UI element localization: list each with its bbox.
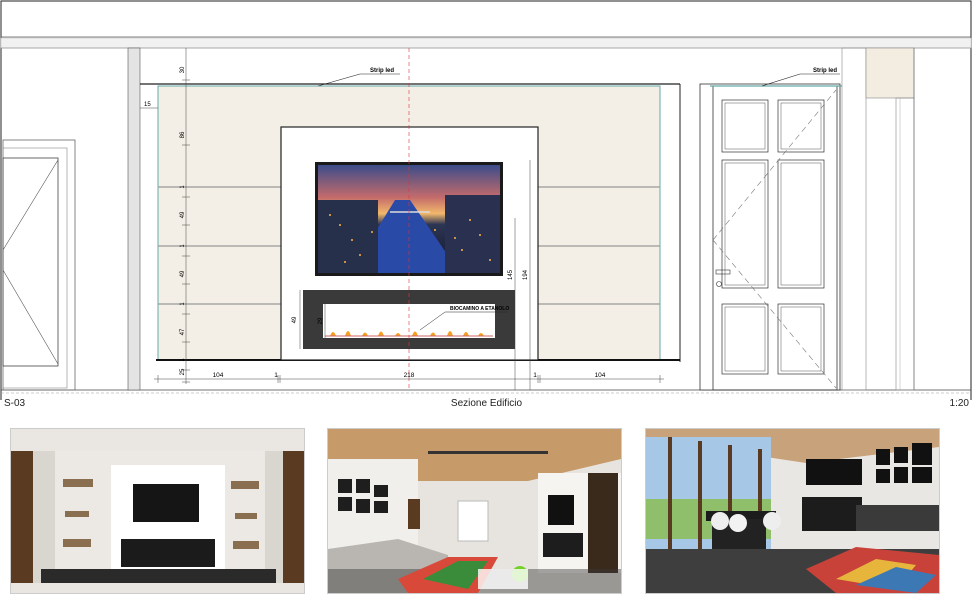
ceiling-slab bbox=[0, 37, 972, 49]
horizontal-dimensions: 104 1 218 1 104 bbox=[157, 372, 661, 383]
dim-bottom-1: 1 bbox=[274, 372, 278, 379]
beam-section bbox=[865, 47, 915, 99]
render-dining-area bbox=[645, 428, 940, 594]
drawing-scale: 1:20 bbox=[949, 398, 969, 409]
dim-bottom-2: 218 bbox=[404, 372, 415, 379]
dim-vertical-0: 30 bbox=[180, 66, 186, 73]
drawing-title: Sezione Edificio bbox=[450, 398, 523, 409]
strip-led-label-left: Strip led bbox=[370, 68, 394, 74]
dim-left-offset: 15 bbox=[144, 102, 151, 108]
dim-vertical-3: 49 bbox=[180, 211, 186, 218]
render-living-room bbox=[327, 428, 622, 594]
dim-vertical-1: 86 bbox=[180, 131, 186, 138]
left-window bbox=[2, 139, 76, 391]
dim-fireplace-opening: 29 bbox=[318, 317, 324, 324]
left-column bbox=[127, 47, 141, 391]
dim-vertical-7: 47 bbox=[180, 328, 186, 335]
dim-vertical-8: 25 bbox=[180, 368, 186, 375]
drawing-sheet: Strip led Strip led BIOCAMINO A ETANOLO … bbox=[0, 0, 973, 611]
dim-right-145: 145 bbox=[508, 269, 514, 280]
dim-fireplace-height: 49 bbox=[292, 316, 298, 323]
strip-led-label-right: Strip led bbox=[813, 68, 837, 74]
dim-bottom-3: 1 bbox=[533, 372, 537, 379]
render-living-wall bbox=[10, 428, 305, 594]
elevation-drawing: Strip led Strip led BIOCAMINO A ETANOLO … bbox=[0, 0, 972, 611]
door bbox=[699, 83, 842, 391]
dim-bottom-0: 104 bbox=[213, 372, 224, 379]
fireplace bbox=[303, 290, 515, 349]
dim-bottom-4: 104 bbox=[595, 372, 606, 379]
dim-vertical-5: 49 bbox=[180, 270, 186, 277]
dim-right-194: 194 bbox=[523, 269, 529, 280]
fireplace-label: BIOCAMINO A ETANOLO bbox=[450, 306, 509, 312]
